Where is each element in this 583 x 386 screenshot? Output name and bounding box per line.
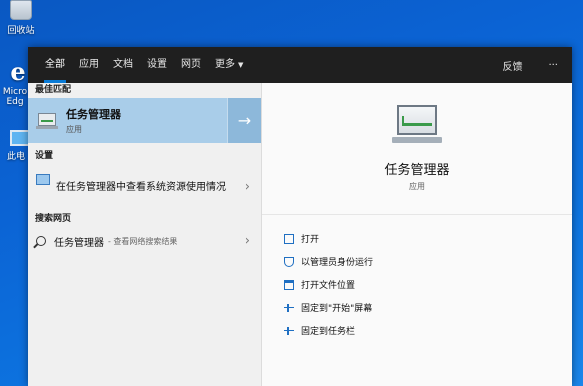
tab-web[interactable]: 网页	[174, 47, 208, 83]
search-icon	[36, 236, 46, 246]
chevron-right-icon[interactable]: ›	[245, 180, 250, 195]
desktop-icon-edge[interactable]: e Micro Edg	[0, 57, 30, 108]
arrow-right-icon: →	[237, 111, 252, 130]
detail-app-name: 任务管理器	[384, 163, 450, 178]
feedback-button[interactable]: 反馈	[502, 58, 522, 73]
action-run-as-admin[interactable]: 以管理员身份运行	[284, 250, 572, 273]
settings-result-label: 在任务管理器中查看系统资源使用情况	[56, 181, 226, 193]
web-search-result[interactable]: 任务管理器 - 查看网络搜索结果 ›	[28, 227, 261, 255]
section-heading-settings: 设置	[35, 151, 54, 161]
action-list: 打开 以管理员身份运行 打开文件位置 固定到"开始"屏幕 固定到任务栏	[262, 215, 572, 342]
web-suffix: - 查看网络搜索结果	[108, 236, 178, 246]
best-match-name: 任务管理器	[66, 108, 121, 121]
tab-documents[interactable]: 文档	[106, 47, 140, 83]
tab-settings[interactable]: 设置	[140, 47, 174, 83]
action-label: 以管理员身份运行	[301, 258, 374, 268]
detail-app-type: 应用	[409, 182, 425, 191]
best-match-type: 应用	[66, 125, 82, 134]
monitor-icon	[36, 174, 50, 185]
action-open[interactable]: 打开	[284, 227, 572, 250]
action-label: 打开文件位置	[301, 281, 356, 291]
open-icon	[284, 233, 294, 244]
task-manager-large-icon	[392, 103, 442, 147]
desktop-icon-label: 回收站	[7, 26, 35, 36]
desktop-icon-this-pc[interactable]: 此电	[2, 130, 32, 162]
topbar-right: 反馈 ···	[502, 47, 558, 83]
action-label: 打开	[301, 235, 320, 245]
recycle-bin-icon	[10, 0, 32, 20]
results-list: 最佳匹配 任务管理器 应用 → 设置 在任务管理器中查看系统资源使用情况 › 搜…	[28, 83, 261, 386]
tab-label: 全部	[45, 59, 65, 70]
pin-icon	[284, 326, 294, 336]
tab-label: 网页	[181, 59, 201, 70]
action-label: 固定到"开始"屏幕	[301, 304, 373, 314]
expand-arrow-button[interactable]: →	[227, 98, 261, 143]
tab-label: 文档	[113, 59, 133, 70]
action-open-file-location[interactable]: 打开文件位置	[284, 273, 572, 296]
tab-label: 应用	[79, 59, 99, 70]
search-filter-bar: 全部 应用 文档 设置 网页 更多 ▼ 反馈 ···	[28, 47, 572, 83]
best-match-result[interactable]: 任务管理器 应用 →	[28, 98, 261, 143]
tab-label: 设置	[147, 59, 167, 70]
tab-more[interactable]: 更多 ▼	[208, 47, 250, 83]
folder-icon	[284, 279, 294, 290]
action-pin-to-taskbar[interactable]: 固定到任务栏	[284, 319, 572, 342]
task-manager-icon	[36, 112, 58, 130]
settings-result[interactable]: 在任务管理器中查看系统资源使用情况 ›	[28, 164, 261, 210]
shield-icon	[284, 256, 294, 267]
section-heading-best-match: 最佳匹配	[35, 85, 72, 95]
action-pin-to-start[interactable]: 固定到"开始"屏幕	[284, 296, 572, 319]
search-panel: 全部 应用 文档 设置 网页 更多 ▼ 反馈 ··· 最佳匹配 任务管理器 应用 …	[28, 47, 572, 386]
tab-all[interactable]: 全部	[38, 47, 72, 83]
tab-apps[interactable]: 应用	[72, 47, 106, 83]
chevron-right-icon[interactable]: ›	[245, 234, 250, 249]
section-heading-web: 搜索网页	[35, 214, 72, 224]
tab-label: 更多	[215, 59, 235, 70]
action-label: 固定到任务栏	[301, 327, 356, 337]
desktop-icon-label: Micro Edg	[2, 87, 28, 107]
more-options-button[interactable]: ···	[548, 60, 558, 71]
web-query: 任务管理器	[54, 237, 104, 249]
detail-pane: 任务管理器 应用 打开 以管理员身份运行 打开文件位置 固定到"开始"屏幕 固定…	[261, 83, 572, 386]
caret-down-icon: ▼	[238, 61, 244, 69]
detail-header: 任务管理器 应用	[262, 83, 572, 215]
best-match-main[interactable]: 任务管理器 应用	[28, 98, 227, 143]
edge-icon: e	[10, 57, 26, 86]
pin-icon	[284, 303, 294, 313]
desktop-icon-recycle-bin[interactable]: 回收站	[6, 0, 36, 36]
desktop-icon-label: 此电	[6, 152, 25, 162]
